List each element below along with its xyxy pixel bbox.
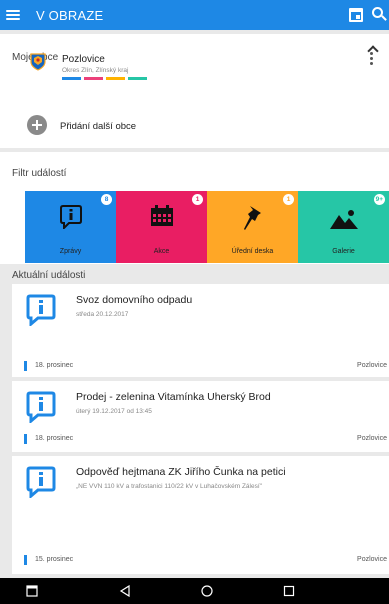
overview-icon[interactable] [283, 585, 295, 597]
coat-of-arms-icon [30, 53, 46, 71]
add-icon[interactable] [27, 115, 47, 135]
add-obec-label: Přidání další obce [60, 121, 137, 132]
event-title: Prodej - zelenina Vitamínka Uherský Brod [76, 391, 271, 403]
tile-badge: 1 [192, 194, 203, 205]
event-place: Pozlovice [357, 556, 387, 563]
event-color-bar [24, 555, 27, 565]
recent-apps-icon[interactable] [26, 585, 38, 597]
filter-tile-galerie[interactable]: 9+ Galerie [298, 191, 389, 263]
info-icon [26, 466, 56, 498]
obec-name[interactable]: Pozlovice [62, 54, 105, 65]
tile-label: Akce [153, 248, 170, 255]
system-navigation-bar [0, 578, 389, 604]
event-date: 18. prosinec [35, 435, 74, 442]
event-title: Odpověď hejtmana ZK Jiřího Čunka na peti… [76, 466, 286, 478]
moje-obce-card: Moje obce [0, 34, 389, 148]
app-bar: V OBRAZE [0, 0, 389, 30]
event-subtitle: „NE VVN 110 kV a trafostanici 110/22 kV … [76, 483, 262, 490]
event-title: Svoz domovního odpadu [76, 294, 193, 306]
filter-tile-uredni-deska[interactable]: 1 Úřední deska [207, 191, 298, 263]
event-subtitle: úterý 19.12.2017 od 13:45 [76, 408, 152, 415]
tile-label: Galerie [332, 248, 355, 255]
tile-badge: 1 [283, 194, 294, 205]
event-color-bar [24, 434, 27, 444]
event-place: Pozlovice [357, 435, 387, 442]
event-card[interactable]: Prodej - zelenina Vitamínka Uherský Brod… [12, 381, 389, 452]
tile-badge: 8 [101, 194, 112, 205]
menu-icon[interactable] [6, 10, 20, 20]
more-options-icon[interactable] [370, 52, 373, 65]
filtr-title: Filtr událostí [12, 168, 67, 179]
aktualni-title: Aktuální události [12, 270, 86, 281]
event-card[interactable]: Svoz domovního odpadu středa 20.12.2017 … [12, 284, 389, 377]
event-place: Pozlovice [357, 362, 387, 369]
event-subtitle: středa 20.12.2017 [76, 311, 129, 318]
image-icon [329, 210, 358, 229]
event-card[interactable]: Odpověď hejtmana ZK Jiřího Čunka na peti… [12, 456, 389, 574]
info-icon [59, 205, 82, 229]
calendar-icon [150, 205, 173, 226]
home-icon[interactable] [201, 585, 213, 597]
pin-icon [243, 206, 261, 230]
event-color-bar [24, 361, 27, 371]
app-title: V OBRAZE [36, 7, 104, 23]
tile-badge: 9+ [373, 194, 385, 205]
tile-label: Zprávy [59, 248, 82, 255]
back-icon[interactable] [119, 585, 131, 597]
tile-label: Úřední deska [231, 248, 274, 255]
event-date: 18. prosinec [35, 362, 74, 369]
filter-tile-akce[interactable]: 1 Akce [116, 191, 207, 263]
search-icon[interactable] [372, 7, 383, 18]
obec-color-stripes [62, 77, 147, 80]
calendar-icon[interactable] [349, 8, 363, 22]
event-date: 15. prosinec [35, 556, 74, 563]
info-icon [26, 294, 56, 326]
filter-tile-zpravy[interactable]: 8 Zprávy [25, 191, 116, 263]
obec-region: Okres Zlín, Zlínský kraj [62, 67, 129, 74]
info-icon [26, 391, 56, 423]
